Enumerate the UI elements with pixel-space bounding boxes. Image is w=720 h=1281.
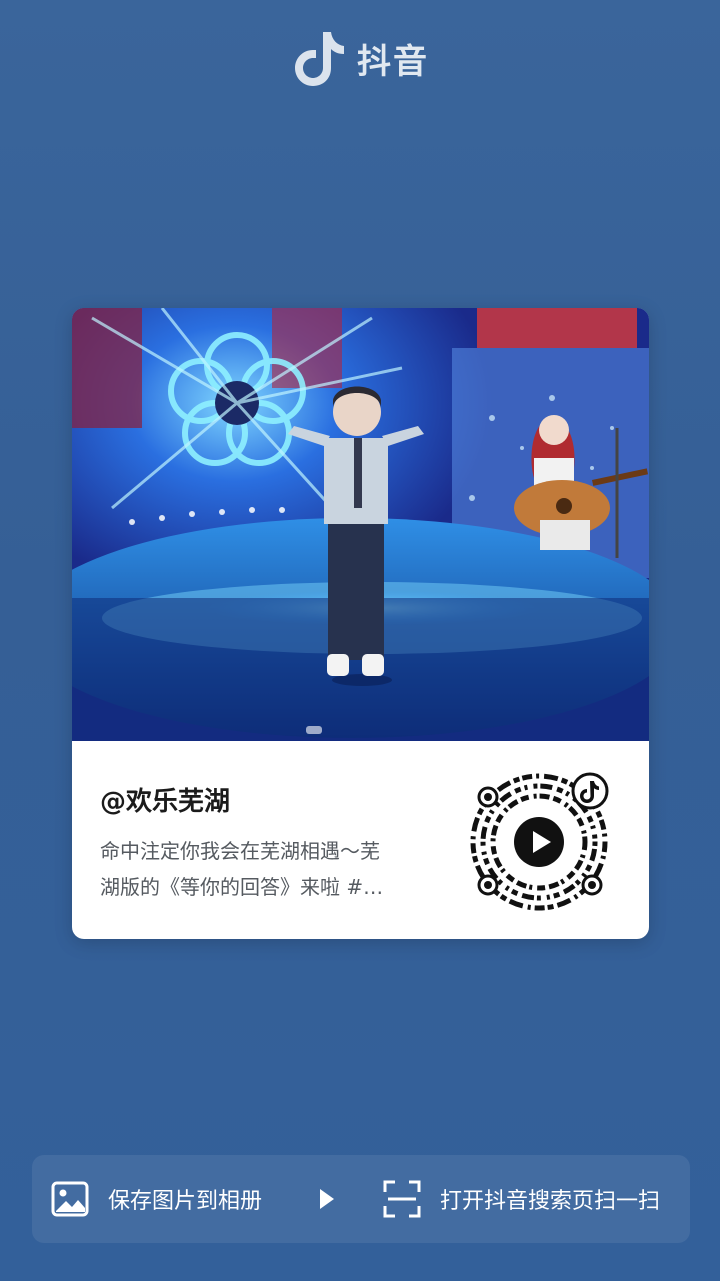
share-card[interactable]: @欢乐芜湖 命中注定你我会在芜湖相遇～芜 湖版的《等你的回答》来啦 #…	[72, 308, 649, 939]
open-douyin-scan-button[interactable]: 打开抖音搜索页扫一扫	[382, 1155, 660, 1243]
play-triangle-icon	[318, 1187, 336, 1211]
douyin-logo-icon	[291, 26, 347, 90]
save-to-album-button[interactable]: 保存图片到相册	[50, 1155, 262, 1243]
video-description: 命中注定你我会在芜湖相遇～芜 湖版的《等你的回答》来啦 #…	[100, 833, 440, 905]
description-line-2: 湖版的《等你的回答》来啦 #…	[100, 875, 384, 899]
card-info: @欢乐芜湖 命中注定你我会在芜湖相遇～芜 湖版的《等你的回答》来啦 #…	[72, 741, 649, 939]
brand-name: 抖音	[357, 41, 429, 82]
save-to-album-label: 保存图片到相册	[108, 1189, 263, 1214]
video-cover-image[interactable]	[72, 308, 649, 741]
open-douyin-scan-label: 打开抖音搜索页扫一扫	[440, 1189, 661, 1214]
scan-icon	[382, 1179, 422, 1219]
action-bar: 保存图片到相册 打开抖音搜索页扫一扫	[32, 1155, 690, 1243]
author-name[interactable]: @欢乐芜湖	[100, 781, 230, 818]
image-icon	[50, 1179, 90, 1219]
douyin-qr-code	[464, 767, 614, 917]
description-line-1: 命中注定你我会在芜湖相遇～芜	[100, 839, 380, 863]
brand-header: 抖音	[0, 26, 720, 90]
share-page: 抖音 @欢乐芜湖 命中注定你我会在芜湖相遇～芜 湖版的《等你的回答》来啦 #… …	[0, 0, 720, 1281]
